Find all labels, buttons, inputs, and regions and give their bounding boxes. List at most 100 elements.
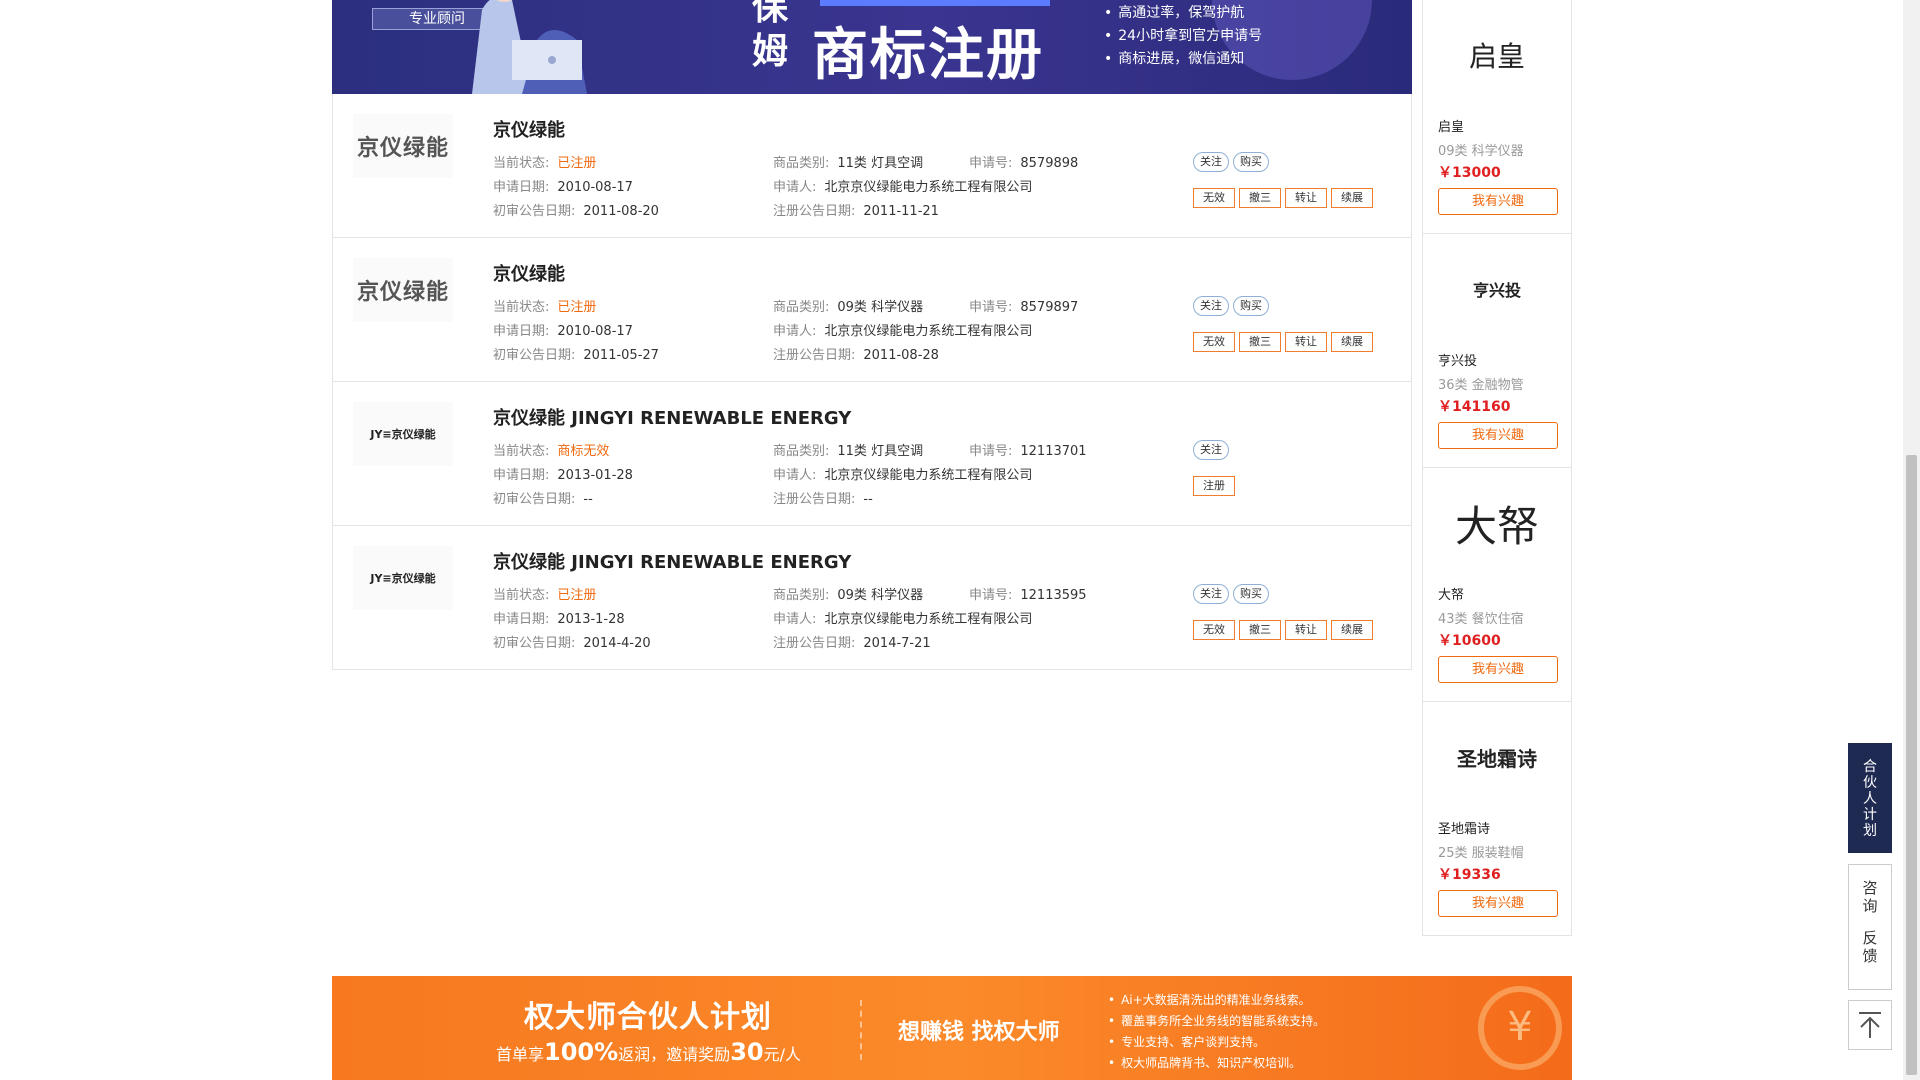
scrollbar-thumb[interactable] — [1906, 455, 1917, 1075]
revoke-button[interactable]: 撤三 — [1239, 188, 1281, 208]
apply-date-value: 2010-08-17 — [557, 180, 633, 195]
reg-no-field: 申请号: 12113701 — [969, 440, 1087, 459]
field-label: 申请人: — [773, 324, 817, 339]
recommend-category: 25类 服装鞋帽 — [1438, 846, 1524, 861]
buy-button[interactable]: 购买 — [1233, 152, 1269, 172]
category-field: 商品类别: 09类 科学仪器 — [773, 296, 923, 315]
field-label: 申请日期: — [493, 468, 550, 483]
subtitle-amount: 30 — [730, 1038, 764, 1066]
field-label: 初审公告日期: — [493, 492, 576, 507]
invalidate-button[interactable]: 无效 — [1193, 188, 1235, 208]
buy-button[interactable]: 购买 — [1233, 584, 1269, 604]
field-label: 初审公告日期: — [493, 636, 576, 651]
partner-banner-slogan: 想赚钱 找权大师 — [898, 1020, 1060, 1045]
prelim-date-value: 2014-4-20 — [583, 636, 651, 651]
transfer-button[interactable]: 转让 — [1285, 620, 1327, 640]
feedback-char: 馈 — [1862, 947, 1878, 965]
follow-button[interactable]: 关注 — [1193, 584, 1229, 604]
interest-button[interactable]: 我有兴趣 — [1438, 188, 1558, 215]
status-value: 已注册 — [557, 156, 597, 171]
field-label: 商品类别: — [773, 300, 830, 315]
consult-button[interactable]: 咨 询 — [1849, 879, 1891, 915]
apply-date-field: 申请日期: 2010-08-17 — [493, 320, 633, 339]
applicant-value: 北京京仪绿能电力系统工程有限公司 — [824, 324, 1033, 339]
back-to-top-button[interactable] — [1848, 1000, 1892, 1050]
top-banner[interactable]: 专业顾问 保姆 商标注册 高通过率，保驾护航 24小时拿到官方申请号 商标进展，… — [332, 0, 1412, 94]
trademark-row: 京仪绿能 京仪绿能 当前状态: 已注册 商品类别: 09类 科学仪器 申请号: 857… — [333, 238, 1411, 382]
register-button[interactable]: 注册 — [1193, 476, 1235, 496]
revoke-button[interactable]: 撤三 — [1239, 620, 1281, 640]
follow-button[interactable]: 关注 — [1193, 296, 1229, 316]
recommend-name[interactable]: 亨兴投 — [1438, 350, 1477, 369]
prelim-date-field: 初审公告日期: 2014-4-20 — [493, 632, 651, 651]
invalidate-button[interactable]: 无效 — [1193, 620, 1235, 640]
recommend-logo[interactable]: 大帑 — [1437, 488, 1557, 558]
category-value: 11类 灯具空调 — [837, 156, 924, 171]
interest-button[interactable]: 我有兴趣 — [1438, 422, 1558, 449]
trademark-logo[interactable]: JY≡京仪绿能 — [353, 546, 453, 610]
recommend-name[interactable]: 大帑 — [1438, 584, 1464, 603]
apply-date-field: 申请日期: 2013-1-28 — [493, 608, 625, 627]
interest-button[interactable]: 我有兴趣 — [1438, 890, 1558, 917]
follow-button[interactable]: 关注 — [1193, 440, 1229, 460]
trademark-logo[interactable]: JY≡京仪绿能 — [353, 402, 453, 466]
trademark-name[interactable]: 京仪绿能 JINGYI RENEWABLE ENERGY — [493, 548, 851, 574]
service-actions: 无效 撤三 转让 续展 — [1193, 618, 1377, 640]
follow-button[interactable]: 关注 — [1193, 152, 1229, 172]
invalidate-button[interactable]: 无效 — [1193, 332, 1235, 352]
renew-button[interactable]: 续展 — [1331, 188, 1373, 208]
trademark-logo[interactable]: 京仪绿能 — [353, 258, 453, 322]
partner-plan-button[interactable]: 合 伙 人 计 划 — [1848, 743, 1892, 853]
field-label: 申请日期: — [493, 180, 550, 195]
banner-bullet: 24小时拿到官方申请号 — [1104, 25, 1262, 48]
trademark-name[interactable]: 京仪绿能 — [493, 116, 565, 142]
buy-button[interactable]: 购买 — [1233, 296, 1269, 316]
partner-plan-char: 合 — [1863, 759, 1877, 775]
trademark-name[interactable]: 京仪绿能 — [493, 260, 565, 286]
reg-date-field: 注册公告日期: 2011-11-21 — [773, 200, 939, 219]
service-actions: 注册 — [1193, 474, 1239, 496]
trademark-name[interactable]: 京仪绿能 JINGYI RENEWABLE ENERGY — [493, 404, 851, 430]
transfer-button[interactable]: 转让 — [1285, 188, 1327, 208]
renew-button[interactable]: 续展 — [1331, 332, 1373, 352]
reg-no-value: 12113701 — [1020, 444, 1087, 459]
renew-button[interactable]: 续展 — [1331, 620, 1373, 640]
recommend-card: 圣地霜诗 圣地霜诗 25类 服装鞋帽 ￥19336 我有兴趣 — [1423, 702, 1571, 936]
field-label: 申请号: — [969, 588, 1013, 603]
pill-actions: 关注 购买 — [1193, 150, 1273, 172]
category-field: 商品类别: 11类 灯具空调 — [773, 152, 923, 171]
pill-actions: 关注 — [1193, 438, 1233, 460]
field-label: 注册公告日期: — [773, 636, 856, 651]
partner-banner-subtitle: 首单享100%返润，邀请奖励30元/人 — [496, 1038, 801, 1066]
transfer-button[interactable]: 转让 — [1285, 332, 1327, 352]
prelim-date-value: 2011-05-27 — [583, 348, 659, 363]
applicant-value: 北京京仪绿能电力系统工程有限公司 — [824, 612, 1033, 627]
banner-point: 权大师品牌背书、知识产权培训。 — [1108, 1053, 1325, 1074]
field-label: 当前状态: — [493, 300, 550, 315]
reg-no-value: 12113595 — [1020, 588, 1087, 603]
field-label: 注册公告日期: — [773, 492, 856, 507]
banner-bullet: 高通过率，保驾护航 — [1104, 2, 1262, 25]
recommend-name[interactable]: 启皇 — [1438, 116, 1464, 135]
feedback-button[interactable]: 反 馈 — [1849, 929, 1891, 965]
apply-date-field: 申请日期: 2013-01-28 — [493, 464, 633, 483]
interest-button[interactable]: 我有兴趣 — [1438, 656, 1558, 683]
category-value: 11类 灯具空调 — [837, 444, 924, 459]
trademark-logo-text: 京仪绿能 — [356, 280, 449, 305]
recommend-name[interactable]: 圣地霜诗 — [1438, 818, 1490, 837]
field-label: 申请日期: — [493, 324, 550, 339]
headline-accent — [820, 0, 1050, 6]
revoke-button[interactable]: 撤三 — [1239, 332, 1281, 352]
banner-point: 专业支持、客户谈判支持。 — [1108, 1032, 1325, 1053]
banner-bullets: 高通过率，保驾护航 24小时拿到官方申请号 商标进展，微信通知 — [1104, 2, 1262, 71]
recommend-logo[interactable]: 启皇 — [1437, 20, 1557, 90]
page-scrollbar[interactable] — [1903, 0, 1920, 1080]
category-value: 09类 科学仪器 — [837, 300, 924, 315]
trademark-row: 京仪绿能 京仪绿能 当前状态: 已注册 商品类别: 11类 灯具空调 申请号: 857… — [333, 94, 1411, 238]
recommend-logo[interactable]: 圣地霜诗 — [1437, 722, 1557, 792]
trademark-logo[interactable]: 京仪绿能 — [353, 114, 453, 178]
recommend-card: 大帑 大帑 43类 餐饮住宿 ￥10600 我有兴趣 — [1423, 468, 1571, 702]
consultant-illustration — [472, 0, 587, 94]
partner-banner[interactable]: 权大师合伙人计划 首单享100%返润，邀请奖励30元/人 想赚钱 找权大师 Ai… — [332, 976, 1572, 1080]
recommend-logo[interactable]: 亨兴投 — [1437, 254, 1557, 324]
